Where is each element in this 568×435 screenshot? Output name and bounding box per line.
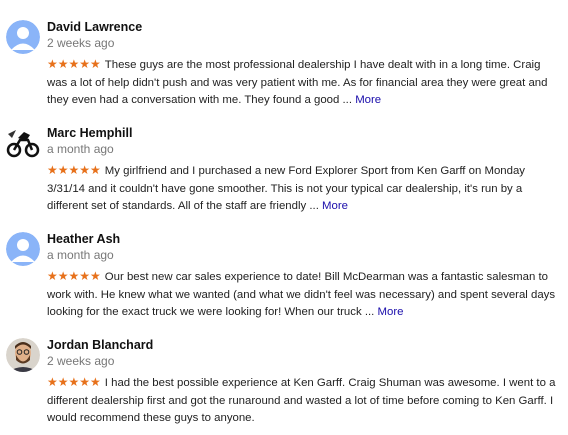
review-date: a month ago — [47, 248, 114, 262]
ellipsis: ... — [309, 200, 319, 212]
star-rating: ★★★★★ — [47, 269, 101, 283]
reviewer-name[interactable]: Jordan Blanchard — [47, 338, 153, 352]
motorcycle-avatar-icon[interactable] — [6, 126, 40, 160]
man-portrait-avatar-icon[interactable] — [6, 338, 40, 372]
review-item: Jordan Blanchard 2 weeks ago ★★★★★ I had … — [0, 338, 568, 428]
reviewer-name[interactable]: Marc Hemphill — [47, 126, 132, 140]
review-item: Heather Ash a month ago ★★★★★ Our best ne… — [0, 232, 568, 318]
reviewer-name[interactable]: David Lawrence — [47, 20, 142, 34]
reviewer-name[interactable]: Heather Ash — [47, 232, 120, 246]
review-text: I had the best possible experience at Ke… — [47, 377, 556, 424]
review-text-block: ★★★★★ Our best new car sales experience t… — [47, 268, 557, 322]
star-rating: ★★★★★ — [47, 163, 101, 177]
review-text: Our best new car sales experience to dat… — [47, 271, 556, 318]
more-link[interactable]: More — [322, 200, 348, 212]
more-link[interactable]: More — [355, 94, 381, 106]
review-text-block: ★★★★★ These guys are the most professiona… — [47, 56, 557, 110]
review-text: My girlfriend and I purchased a new Ford… — [47, 165, 525, 212]
review-item: Marc Hemphill a month ago ★★★★★ My girlfr… — [0, 126, 568, 212]
ellipsis: ... — [364, 306, 375, 318]
default-avatar-icon[interactable] — [6, 232, 40, 266]
ellipsis: ... — [342, 94, 353, 106]
review-text-block: ★★★★★ I had the best possible experience … — [47, 374, 557, 428]
default-avatar-icon[interactable] — [6, 20, 40, 54]
review-date: 2 weeks ago — [47, 36, 115, 50]
review-text: These guys are the most professional dea… — [47, 59, 548, 106]
review-item: David Lawrence 2 weeks ago ★★★★★ These gu… — [0, 20, 568, 106]
star-rating: ★★★★★ — [47, 375, 101, 389]
more-link[interactable]: More — [378, 306, 404, 318]
review-text-block: ★★★★★ My girlfriend and I purchased a new… — [47, 162, 557, 216]
review-date: 2 weeks ago — [47, 354, 115, 368]
review-date: a month ago — [47, 142, 114, 156]
star-rating: ★★★★★ — [47, 57, 101, 71]
